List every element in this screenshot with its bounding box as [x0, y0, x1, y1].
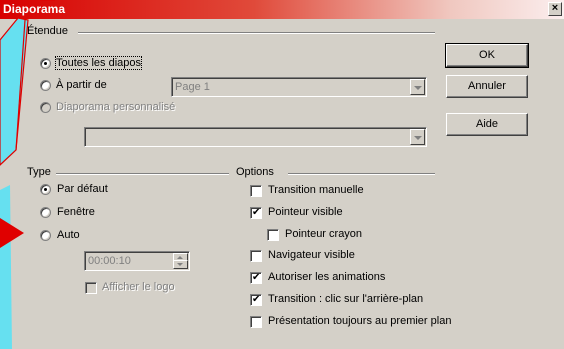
close-button[interactable]: × [548, 2, 562, 16]
allow-animations-checkbox[interactable]: ✔ [250, 272, 262, 284]
type-group-label: Type [27, 166, 51, 178]
navigator-visible-checkbox[interactable] [250, 250, 262, 262]
window-type-radio[interactable] [40, 207, 51, 218]
checkmark-icon: ✔ [252, 294, 261, 305]
custom-show-select[interactable] [84, 127, 427, 147]
ok-button[interactable]: OK [445, 43, 529, 68]
from-slide-label[interactable]: À partir de [56, 79, 107, 91]
navigator-visible-label[interactable]: Navigateur visible [268, 249, 355, 261]
custom-show-label: Diaporama personnalisé [56, 101, 176, 113]
close-icon: × [551, 2, 559, 14]
pause-duration-field[interactable]: 00:00:10 [84, 251, 190, 271]
pen-pointer-label[interactable]: Pointeur crayon [285, 228, 362, 240]
pause-duration-value: 00:00:10 [88, 255, 131, 267]
cancel-button[interactable]: Annuler [446, 75, 528, 98]
always-on-top-label[interactable]: Présentation toujours au premier plan [268, 315, 451, 327]
all-slides-label[interactable]: Toutes les diapos [55, 56, 142, 70]
type-group-divider [56, 173, 229, 175]
help-button[interactable]: Aide [446, 113, 528, 136]
pen-pointer-checkbox[interactable] [267, 229, 279, 241]
allow-animations-label[interactable]: Autoriser les animations [268, 271, 385, 283]
range-group-label: Étendue [27, 25, 68, 37]
auto-type-label[interactable]: Auto [57, 229, 80, 241]
start-slide-select[interactable]: Page 1 [171, 77, 427, 97]
manual-transition-label[interactable]: Transition manuelle [268, 184, 364, 196]
default-type-radio[interactable] [40, 184, 51, 195]
options-group-label: Options [236, 166, 274, 178]
from-slide-radio[interactable] [40, 80, 51, 91]
always-on-top-checkbox[interactable] [250, 316, 262, 328]
range-group-divider [78, 32, 435, 34]
visible-pointer-checkbox[interactable]: ✔ [250, 207, 262, 219]
custom-show-radio[interactable] [40, 102, 51, 113]
window-type-label[interactable]: Fenêtre [57, 206, 95, 218]
start-slide-value: Page 1 [175, 81, 210, 93]
window-title: Diaporama [3, 2, 66, 16]
checkmark-icon: ✔ [252, 272, 261, 283]
visible-pointer-label[interactable]: Pointeur visible [268, 206, 343, 218]
spin-down-icon[interactable] [173, 260, 188, 269]
checkmark-icon: ✔ [252, 207, 261, 218]
show-logo-checkbox[interactable] [85, 282, 97, 294]
background-click-transition-checkbox[interactable]: ✔ [250, 294, 262, 306]
show-logo-label: Afficher le logo [102, 281, 175, 293]
background-click-transition-label[interactable]: Transition : clic sur l'arrière-plan [268, 293, 423, 305]
auto-type-radio[interactable] [40, 230, 51, 241]
default-type-label[interactable]: Par défaut [57, 183, 108, 195]
chevron-down-icon[interactable] [410, 129, 425, 145]
options-group-divider [288, 173, 435, 175]
chevron-down-icon[interactable] [410, 79, 425, 95]
all-slides-radio[interactable] [40, 58, 51, 69]
manual-transition-checkbox[interactable] [250, 185, 262, 197]
title-bar[interactable]: Diaporama × [0, 0, 564, 19]
slideshow-dialog: Diaporama × Étendue Toutes les diapos À … [0, 0, 564, 349]
